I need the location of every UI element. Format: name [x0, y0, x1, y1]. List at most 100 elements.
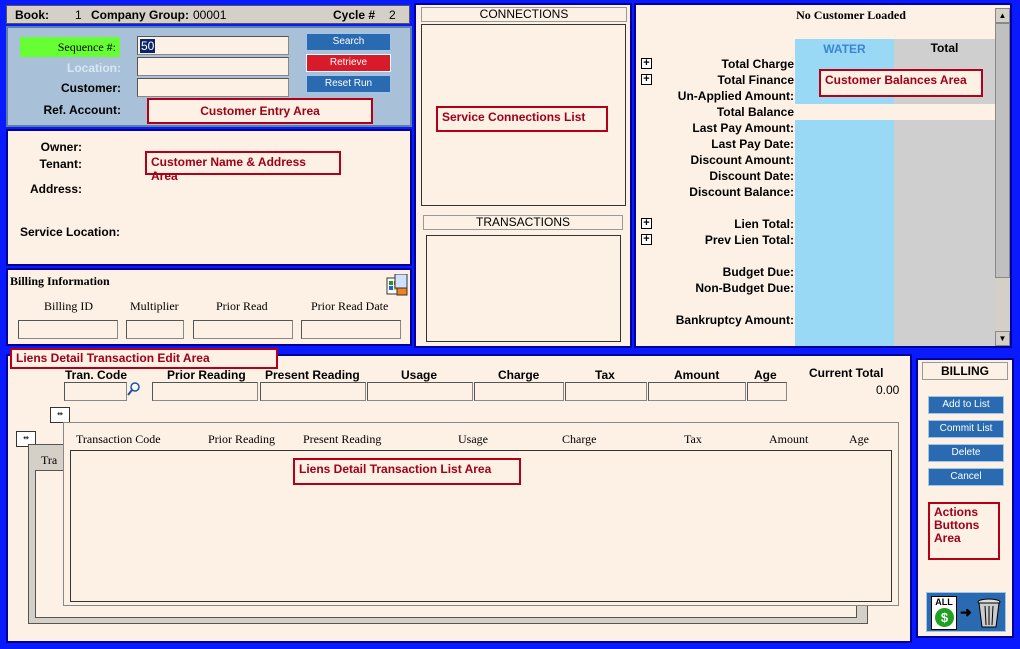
search-button[interactable]: Search [306, 33, 391, 51]
tran-code-header: Tran. Code [65, 368, 128, 382]
scroll-up-icon[interactable]: ▲ [995, 8, 1010, 23]
cancel-button[interactable]: Cancel [928, 468, 1004, 486]
amount-header: Amount [674, 368, 720, 382]
tran-code-input[interactable] [64, 382, 127, 401]
lien-total-label: Lien Total: [734, 217, 794, 231]
prior-read-date-input[interactable] [301, 320, 401, 339]
lookup-magnifier-icon[interactable] [127, 382, 141, 396]
usage-input[interactable] [367, 382, 473, 401]
top-bar: Book: 1 Company Group: 00001 Cycle # 2 [6, 5, 410, 24]
tax-header: Tax [595, 368, 615, 382]
age-header: Age [754, 368, 777, 382]
total-column-header: Total [930, 41, 959, 55]
sequence-value: 50 [140, 39, 156, 53]
tax-input[interactable] [565, 382, 647, 401]
list-col-transaction-code: Transaction Code [76, 432, 161, 446]
retrieve-button[interactable]: Retrieve [306, 54, 391, 72]
multiplier-input[interactable] [126, 320, 184, 339]
liens-edit-area-label: Liens Detail Transaction Edit Area [10, 348, 278, 369]
budget-due-label: Budget Due: [722, 265, 794, 279]
total-balance-label: Total Balance [716, 105, 794, 119]
list-col-prior-reading: Prior Reading [208, 432, 275, 446]
trash-can-icon [977, 597, 1001, 629]
no-customer-loaded-header: No Customer Loaded [796, 8, 906, 22]
location-input[interactable] [137, 57, 289, 76]
transactions-title: TRANSACTIONS [423, 215, 623, 230]
amount-input[interactable] [648, 382, 746, 401]
add-to-list-button[interactable]: Add to List [928, 396, 1004, 414]
discount-date-label: Discount Date: [709, 169, 794, 183]
liens-list-area-label: Liens Detail Transaction List Area [293, 458, 521, 485]
age-input[interactable] [747, 382, 787, 401]
connections-list[interactable]: Service Connections List [421, 24, 626, 206]
cycle-label: Cycle # [333, 8, 376, 22]
prior-reading-header: Prior Reading [167, 368, 246, 382]
current-total-value: 0.00 [876, 383, 900, 397]
all-label: ALL [935, 597, 953, 607]
customer-balances-panel: No Customer Loaded WATER Total + + + + T… [634, 3, 1012, 348]
total-charge-label: Total Charge [721, 57, 794, 71]
splitter-icon[interactable]: ⇹ [50, 407, 70, 423]
charge-input[interactable] [474, 382, 564, 401]
charge-header: Charge [498, 368, 540, 382]
arrow-right-icon: ➜ [960, 604, 972, 620]
tenant-label: Tenant: [39, 157, 82, 171]
customer-balances-area-label: Customer Balances Area [819, 69, 983, 97]
actions-buttons-area-label: Actions Buttons Area [928, 502, 1000, 560]
list-col-tax: Tax [684, 432, 702, 446]
book-label: Book: [15, 8, 49, 22]
total-finance-label: Total Finance [717, 73, 794, 87]
billing-id-input[interactable] [18, 320, 118, 339]
delete-button[interactable]: Delete [928, 444, 1004, 462]
location-label: Location: [67, 61, 121, 75]
scroll-thumb[interactable] [995, 23, 1010, 278]
company-group-value: 00001 [193, 8, 227, 22]
list-col-charge: Charge [562, 432, 597, 446]
list-col-present-reading: Present Reading [303, 432, 382, 446]
multiplier-header: Multiplier [130, 299, 179, 313]
total-balance-row-highlight [795, 104, 995, 120]
last-pay-date-label: Last Pay Date: [711, 137, 794, 151]
service-location-label: Service Location: [20, 225, 121, 239]
billing-info-title: Billing Information [10, 274, 110, 288]
customer-input[interactable] [137, 78, 289, 97]
reset-run-button[interactable]: Reset Run [306, 75, 391, 93]
actions-panel: BILLING Add to List Commit List Delete C… [916, 358, 1014, 638]
owner-label: Owner: [40, 140, 82, 154]
unapplied-amount-label: Un-Applied Amount: [677, 89, 794, 103]
sequence-label: Sequence #: [57, 40, 116, 54]
balances-scrollbar[interactable]: ▲ ▼ [995, 8, 1010, 346]
background-grid-header: Tra [41, 453, 58, 467]
customer-label: Customer: [60, 81, 121, 95]
prior-read-input[interactable] [193, 320, 293, 339]
present-reading-header: Present Reading [265, 368, 360, 382]
customer-name-address-area-label: Customer Name & Address Area [145, 151, 341, 183]
non-budget-due-label: Non-Budget Due: [695, 281, 794, 295]
company-group-label: Company Group: [91, 8, 189, 22]
prior-read-date-header: Prior Read Date [311, 299, 389, 313]
prior-read-header: Prior Read [216, 299, 268, 313]
billing-report-icon[interactable] [386, 273, 408, 296]
connections-title: CONNECTIONS [421, 7, 627, 22]
water-column-header: WATER [823, 42, 866, 56]
liens-list-body[interactable]: Liens Detail Transaction List Area [70, 450, 892, 602]
list-col-age: Age [849, 432, 869, 446]
list-col-amount: Amount [769, 432, 809, 446]
scroll-down-icon[interactable]: ▼ [995, 331, 1010, 346]
ref-account-label: Ref. Account: [43, 103, 121, 117]
commit-list-button[interactable]: Commit List [928, 420, 1004, 438]
customer-name-address-panel: Owner: Tenant: Address: Service Location… [6, 129, 412, 266]
customer-entry-area-label: Customer Entry Area [147, 98, 373, 124]
sequence-input[interactable]: 50 [137, 36, 289, 55]
service-connections-list-label: Service Connections List [436, 106, 608, 132]
current-total-label: Current Total [809, 366, 884, 380]
address-label: Address: [29, 182, 82, 196]
discount-amount-label: Discount Amount: [690, 153, 794, 167]
liens-transaction-list[interactable]: Transaction Code Prior Reading Present R… [63, 422, 899, 606]
transactions-list[interactable] [426, 235, 621, 342]
prior-reading-input[interactable] [152, 382, 258, 401]
present-reading-input[interactable] [260, 382, 366, 401]
clear-all-trash-button[interactable]: ALL $ ➜ [926, 592, 1006, 632]
billing-title: BILLING [922, 362, 1008, 380]
bankruptcy-amount-label: Bankruptcy Amount: [675, 313, 794, 327]
